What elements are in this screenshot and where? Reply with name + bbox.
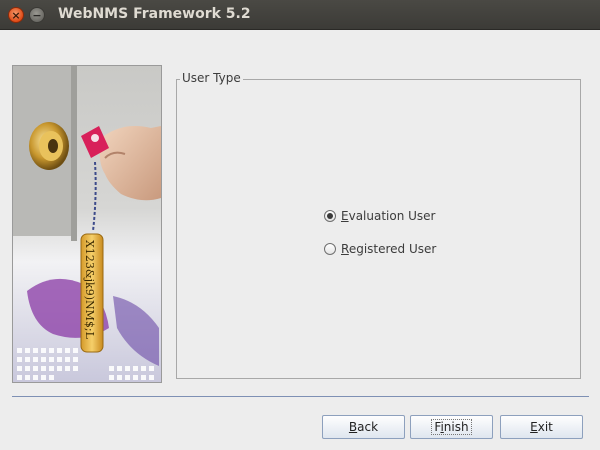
registered-user-option[interactable]: Registered User [324, 241, 436, 257]
title-bar: × − WebNMS Framework 5.2 [0, 0, 600, 30]
minimize-icon: − [32, 9, 42, 22]
registered-user-radio[interactable] [324, 243, 336, 255]
user-type-group [176, 79, 581, 379]
close-icon: × [11, 9, 21, 22]
evaluation-user-radio[interactable] [324, 210, 336, 222]
license-illustration: X123&jk9)NM$;L [12, 65, 162, 383]
exit-button[interactable]: Exit [500, 415, 583, 439]
separator [12, 396, 589, 397]
registered-user-label[interactable]: Registered User [341, 242, 436, 256]
user-type-group-label: User Type [180, 71, 243, 85]
installer-window: × − WebNMS Framework 5.2 X123&jk9)NM$;L … [0, 0, 600, 450]
window-title: WebNMS Framework 5.2 [58, 6, 251, 22]
minimize-window-button[interactable]: − [29, 7, 45, 23]
finish-button[interactable]: Finish [410, 415, 493, 439]
door-lock-key-illustration-icon: X123&jk9)NM$;L [13, 66, 161, 382]
tag-text: X123&jk9)NM$;L [83, 240, 96, 340]
close-window-button[interactable]: × [8, 7, 24, 23]
back-button[interactable]: Back [322, 415, 405, 439]
evaluation-user-option[interactable]: Evaluation User [324, 208, 436, 224]
evaluation-user-label[interactable]: Evaluation User [341, 209, 436, 223]
